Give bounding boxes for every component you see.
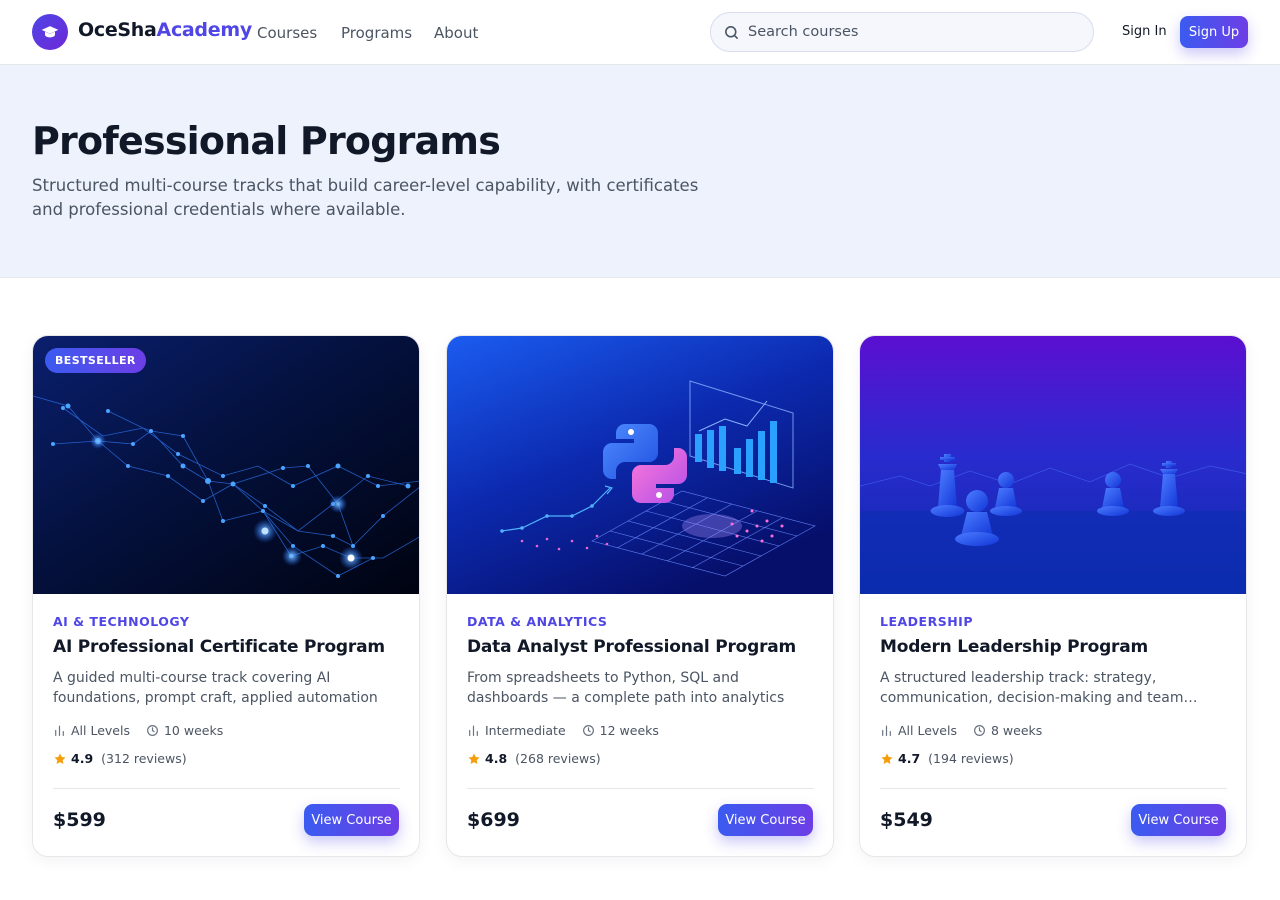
- page-title: Professional Programs: [32, 119, 501, 163]
- nav-about[interactable]: About: [434, 24, 478, 42]
- duration-meta: 8 weeks: [973, 723, 1042, 738]
- program-title[interactable]: AI Professional Certificate Program: [53, 637, 385, 657]
- bar-chart-icon: [55, 725, 64, 736]
- program-image[interactable]: [447, 336, 833, 594]
- duration-meta: 10 weeks: [146, 723, 223, 738]
- program-card[interactable]: BESTSELLER AI & TECHNOLOGY AI Profession…: [32, 335, 420, 857]
- program-title[interactable]: Modern Leadership Program: [880, 637, 1148, 657]
- brand-name-secondary: Academy: [156, 19, 253, 41]
- review-count: (268 reviews): [515, 751, 601, 766]
- bar-chart-icon: [469, 725, 478, 736]
- program-image[interactable]: [860, 336, 1246, 594]
- card-divider: [880, 788, 1227, 789]
- program-price: $549: [880, 809, 933, 831]
- bestseller-badge: BESTSELLER: [45, 348, 146, 373]
- view-course-button[interactable]: View Course: [304, 804, 399, 836]
- graduation-cap-icon[interactable]: [32, 14, 68, 50]
- hero-section: Professional Programs Structured multi-c…: [0, 65, 1280, 278]
- chess-pieces-icon: [860, 336, 1246, 594]
- view-course-button[interactable]: View Course: [1131, 804, 1226, 836]
- program-card[interactable]: DATA & ANALYTICS Data Analyst Profession…: [446, 335, 834, 857]
- rating-score: 4.8: [485, 751, 508, 766]
- program-level: Intermediate: [485, 723, 566, 738]
- sign-up-button[interactable]: Sign Up: [1180, 16, 1248, 48]
- nav-programs[interactable]: Programs: [341, 24, 412, 42]
- rating-score: 4.9: [71, 751, 94, 766]
- python-chart-icon: [447, 336, 833, 594]
- level-meta: Intermediate: [467, 723, 566, 738]
- program-duration: 8 weeks: [990, 723, 1043, 738]
- neural-network-icon: [33, 336, 419, 594]
- review-count: (194 reviews): [928, 751, 1014, 766]
- program-level: All Levels: [71, 723, 130, 738]
- view-course-button[interactable]: View Course: [718, 804, 813, 836]
- program-meta: All Levels 10 weeks: [53, 723, 239, 738]
- program-duration: 12 weeks: [599, 723, 659, 738]
- card-divider: [53, 788, 400, 789]
- program-price: $599: [53, 809, 106, 831]
- brand-logo-text[interactable]: OceShaAcademy: [78, 19, 252, 41]
- program-level: All Levels: [898, 723, 957, 738]
- program-title[interactable]: Data Analyst Professional Program: [467, 637, 796, 657]
- top-navbar: OceShaAcademy Courses Programs About Sig…: [0, 0, 1280, 65]
- star-icon: [881, 752, 893, 764]
- star-icon: [468, 752, 480, 764]
- level-meta: All Levels: [53, 723, 130, 738]
- program-meta: All Levels 8 weeks: [880, 723, 1058, 738]
- duration-meta: 12 weeks: [582, 723, 659, 738]
- program-card[interactable]: LEADERSHIP Modern Leadership Program A s…: [859, 335, 1247, 857]
- program-description: A structured leadership track: strategy,…: [880, 670, 1184, 706]
- program-category: AI & TECHNOLOGY: [53, 614, 190, 629]
- program-duration: 10 weeks: [163, 723, 224, 738]
- program-image[interactable]: BESTSELLER: [33, 336, 419, 594]
- brand-name-primary: OceSha: [78, 19, 157, 41]
- program-category: DATA & ANALYTICS: [467, 614, 608, 629]
- clock-icon: [582, 725, 594, 736]
- page-subtitle: Structured multi-course tracks that buil…: [32, 176, 699, 219]
- program-description: A guided multi-course track covering AI …: [53, 670, 378, 706]
- program-category: LEADERSHIP: [880, 614, 973, 629]
- star-icon: [54, 752, 66, 764]
- program-rating: 4.9 (312 reviews): [53, 751, 187, 766]
- review-count: (312 reviews): [101, 751, 187, 766]
- search-icon: [725, 25, 738, 39]
- search-bar: [710, 12, 1094, 52]
- level-meta: All Levels: [880, 723, 957, 738]
- card-divider: [467, 788, 814, 789]
- rating-score: 4.7: [898, 751, 921, 766]
- search-input[interactable]: [748, 24, 1068, 40]
- program-rating: 4.8 (268 reviews): [467, 751, 601, 766]
- program-price: $699: [467, 809, 520, 831]
- clock-icon: [147, 725, 158, 736]
- clock-icon: [974, 725, 985, 736]
- sign-in-link[interactable]: Sign In: [1122, 24, 1167, 39]
- bar-chart-icon: [882, 725, 891, 736]
- nav-courses[interactable]: Courses: [257, 24, 317, 42]
- program-description: From spreadsheets to Python, SQL and das…: [467, 670, 785, 706]
- program-meta: Intermediate 12 weeks: [467, 723, 675, 738]
- program-rating: 4.7 (194 reviews): [880, 751, 1014, 766]
